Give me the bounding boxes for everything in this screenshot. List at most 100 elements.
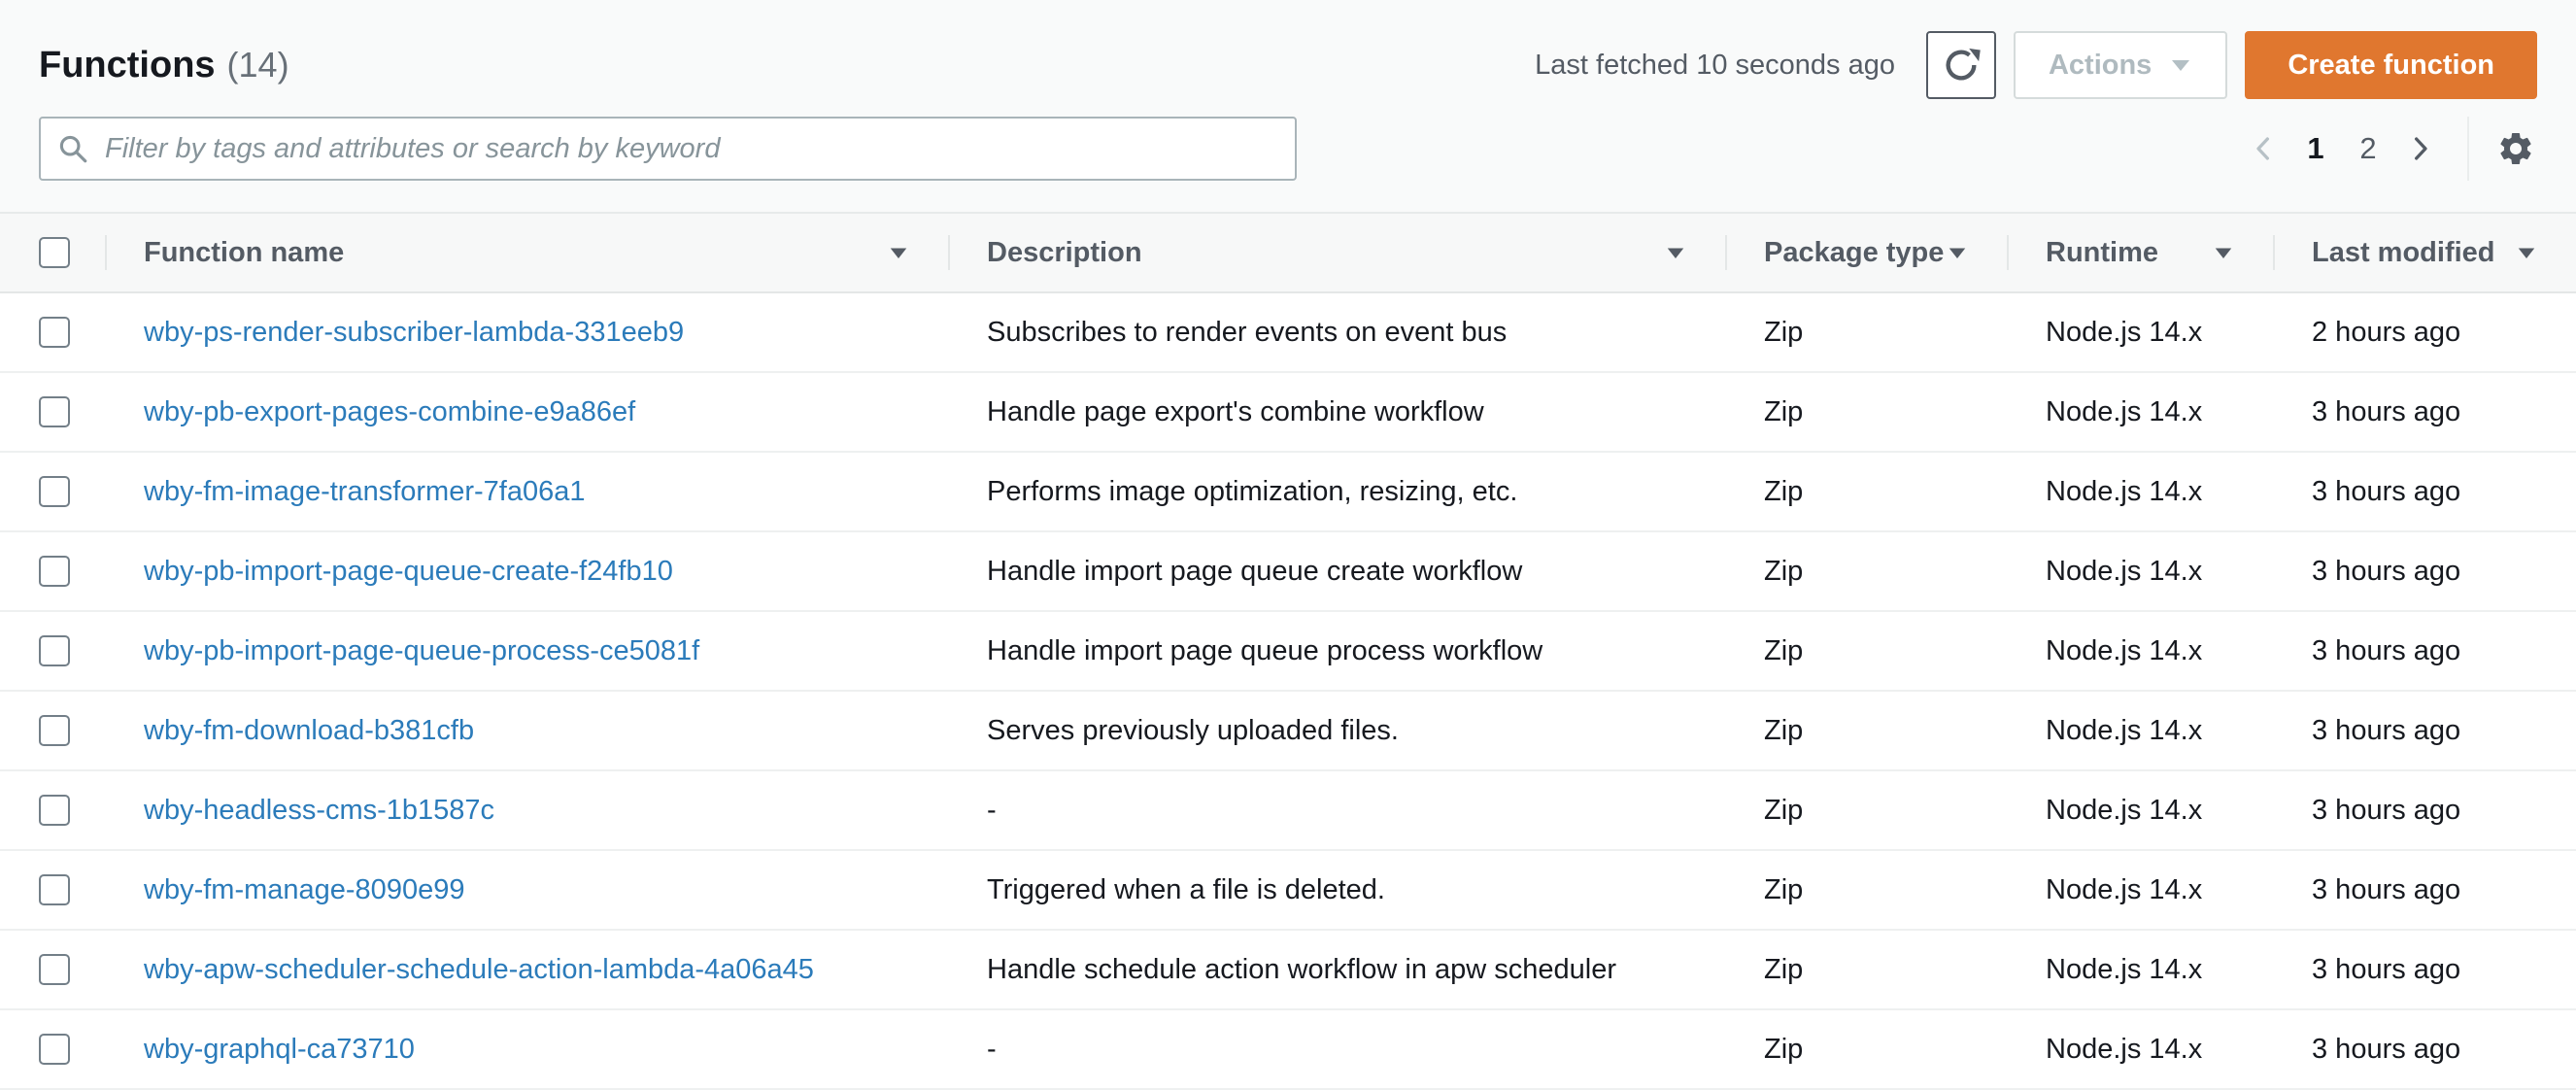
next-page-button[interactable] <box>2399 123 2442 174</box>
table-row: wby-headless-cms-1b1587c - Zip Node.js 1… <box>0 771 2576 851</box>
column-label: Runtime <box>2046 236 2158 268</box>
row-select-cell <box>0 532 105 610</box>
last-modified-cell: 3 hours ago <box>2312 714 2461 746</box>
page-title: Functions (14) <box>39 45 289 86</box>
function-name-link[interactable]: wby-apw-scheduler-schedule-action-lambda… <box>144 954 814 986</box>
row-select-cell <box>0 373 105 451</box>
function-name-cell: wby-apw-scheduler-schedule-action-lambda… <box>105 931 948 1008</box>
column-label: Function name <box>144 236 345 268</box>
previous-page-button[interactable] <box>2242 123 2285 174</box>
table-row: wby-pb-import-page-queue-create-f24fb10 … <box>0 532 2576 612</box>
package-type-cell: Zip <box>1764 1033 1804 1065</box>
table-row: wby-fm-manage-8090e99 Triggered when a f… <box>0 851 2576 931</box>
last-modified-cell: 3 hours ago <box>2312 555 2461 587</box>
row-select-cell <box>0 1010 105 1088</box>
functions-table: Function name Description Package type R… <box>0 212 2576 1090</box>
table-row: wby-ps-render-subscriber-lambda-331eeb9 … <box>0 293 2576 373</box>
row-select-cell <box>0 771 105 849</box>
function-name-link[interactable]: wby-pb-export-pages-combine-e9a86ef <box>144 396 635 428</box>
preferences-button[interactable] <box>2494 123 2537 174</box>
sort-icon[interactable] <box>2213 245 2234 261</box>
runtime-cell: Node.js 14.x <box>2046 714 2203 746</box>
gear-icon <box>2496 129 2535 168</box>
column-header-package-type[interactable]: Package type <box>1725 214 2007 291</box>
package-type-cell: Zip <box>1764 316 1804 348</box>
table-row: wby-graphql-ca73710 - Zip Node.js 14.x 3… <box>0 1010 2576 1090</box>
table-row: wby-fm-image-transformer-7fa06a1 Perform… <box>0 453 2576 532</box>
row-select-cell <box>0 851 105 929</box>
sort-icon[interactable] <box>888 245 909 261</box>
actions-button[interactable]: Actions <box>2013 31 2228 99</box>
row-select-cell <box>0 931 105 1008</box>
column-header-last-modified[interactable]: Last modified <box>2273 214 2576 291</box>
runtime-cell: Node.js 14.x <box>2046 555 2203 587</box>
function-name-cell: wby-pb-import-page-queue-process-ce5081f <box>105 612 948 690</box>
last-fetched-text: Last fetched 10 seconds ago <box>1535 49 1895 81</box>
runtime-cell: Node.js 14.x <box>2046 634 2203 666</box>
description-cell: Subscribes to render events on event bus <box>987 316 1508 348</box>
column-label: Package type <box>1764 236 1945 268</box>
header-actions: Last fetched 10 seconds ago Actions Crea… <box>1535 31 2537 99</box>
table-row: wby-fm-download-b381cfb Serves previousl… <box>0 692 2576 771</box>
package-type-cell: Zip <box>1764 953 1804 985</box>
runtime-cell: Node.js 14.x <box>2046 1033 2203 1065</box>
description-cell: Handle import page queue create workflow <box>987 555 1523 587</box>
sort-icon[interactable] <box>1665 245 1686 261</box>
row-checkbox[interactable] <box>39 954 70 985</box>
page-2-button[interactable]: 2 <box>2347 123 2390 174</box>
function-name-link[interactable]: wby-headless-cms-1b1587c <box>144 795 494 827</box>
package-type-cell: Zip <box>1764 794 1804 826</box>
function-name-link[interactable]: wby-fm-download-b381cfb <box>144 715 474 747</box>
function-name-link[interactable]: wby-pb-import-page-queue-process-ce5081f <box>144 635 699 667</box>
page-1-button[interactable]: 1 <box>2294 123 2337 174</box>
package-type-cell: Zip <box>1764 395 1804 427</box>
row-checkbox[interactable] <box>39 476 70 507</box>
description-cell: Handle import page queue process workflo… <box>987 634 1543 666</box>
page-header: Functions (14) Last fetched 10 seconds a… <box>0 0 2576 103</box>
last-modified-cell: 2 hours ago <box>2312 316 2461 348</box>
table-row: wby-apw-scheduler-schedule-action-lambda… <box>0 931 2576 1010</box>
column-header-function-name[interactable]: Function name <box>105 214 948 291</box>
function-name-cell: wby-fm-download-b381cfb <box>105 692 948 769</box>
select-all-checkbox[interactable] <box>39 237 70 268</box>
last-modified-cell: 3 hours ago <box>2312 634 2461 666</box>
row-checkbox[interactable] <box>39 1034 70 1065</box>
table-header-row: Function name Description Package type R… <box>0 212 2576 293</box>
search-icon <box>56 132 89 165</box>
row-checkbox[interactable] <box>39 874 70 905</box>
refresh-icon <box>1942 46 1981 85</box>
last-modified-cell: 3 hours ago <box>2312 794 2461 826</box>
filter-input[interactable] <box>39 117 1297 181</box>
package-type-cell: Zip <box>1764 555 1804 587</box>
row-checkbox[interactable] <box>39 396 70 427</box>
row-checkbox[interactable] <box>39 317 70 348</box>
sort-icon[interactable] <box>1947 245 1968 261</box>
function-name-link[interactable]: wby-fm-manage-8090e99 <box>144 874 464 906</box>
column-header-runtime[interactable]: Runtime <box>2007 214 2273 291</box>
function-name-cell: wby-ps-render-subscriber-lambda-331eeb9 <box>105 293 948 371</box>
function-name-link[interactable]: wby-fm-image-transformer-7fa06a1 <box>144 476 585 508</box>
chevron-right-icon <box>2406 134 2435 163</box>
description-cell: Handle schedule action workflow in apw s… <box>987 953 1617 985</box>
column-header-description[interactable]: Description <box>948 214 1725 291</box>
row-checkbox[interactable] <box>39 715 70 746</box>
function-name-link[interactable]: wby-pb-import-page-queue-create-f24fb10 <box>144 556 673 588</box>
row-checkbox[interactable] <box>39 795 70 826</box>
pagination: 1 2 <box>2242 117 2537 181</box>
last-modified-cell: 3 hours ago <box>2312 1033 2461 1065</box>
function-name-link[interactable]: wby-ps-render-subscriber-lambda-331eeb9 <box>144 317 684 349</box>
table-body: wby-ps-render-subscriber-lambda-331eeb9 … <box>0 293 2576 1090</box>
create-function-button[interactable]: Create function <box>2245 31 2537 99</box>
refresh-button[interactable] <box>1925 31 1996 99</box>
function-name-cell: wby-pb-export-pages-combine-e9a86ef <box>105 373 948 451</box>
last-modified-cell: 3 hours ago <box>2312 395 2461 427</box>
select-all-cell <box>0 214 105 291</box>
row-checkbox[interactable] <box>39 556 70 587</box>
actions-button-label: Actions <box>2048 49 2152 81</box>
column-label: Description <box>987 236 1142 268</box>
caret-down-icon <box>2169 56 2192 74</box>
runtime-cell: Node.js 14.x <box>2046 316 2203 348</box>
row-checkbox[interactable] <box>39 635 70 666</box>
runtime-cell: Node.js 14.x <box>2046 395 2203 427</box>
sort-icon[interactable] <box>2516 245 2537 261</box>
